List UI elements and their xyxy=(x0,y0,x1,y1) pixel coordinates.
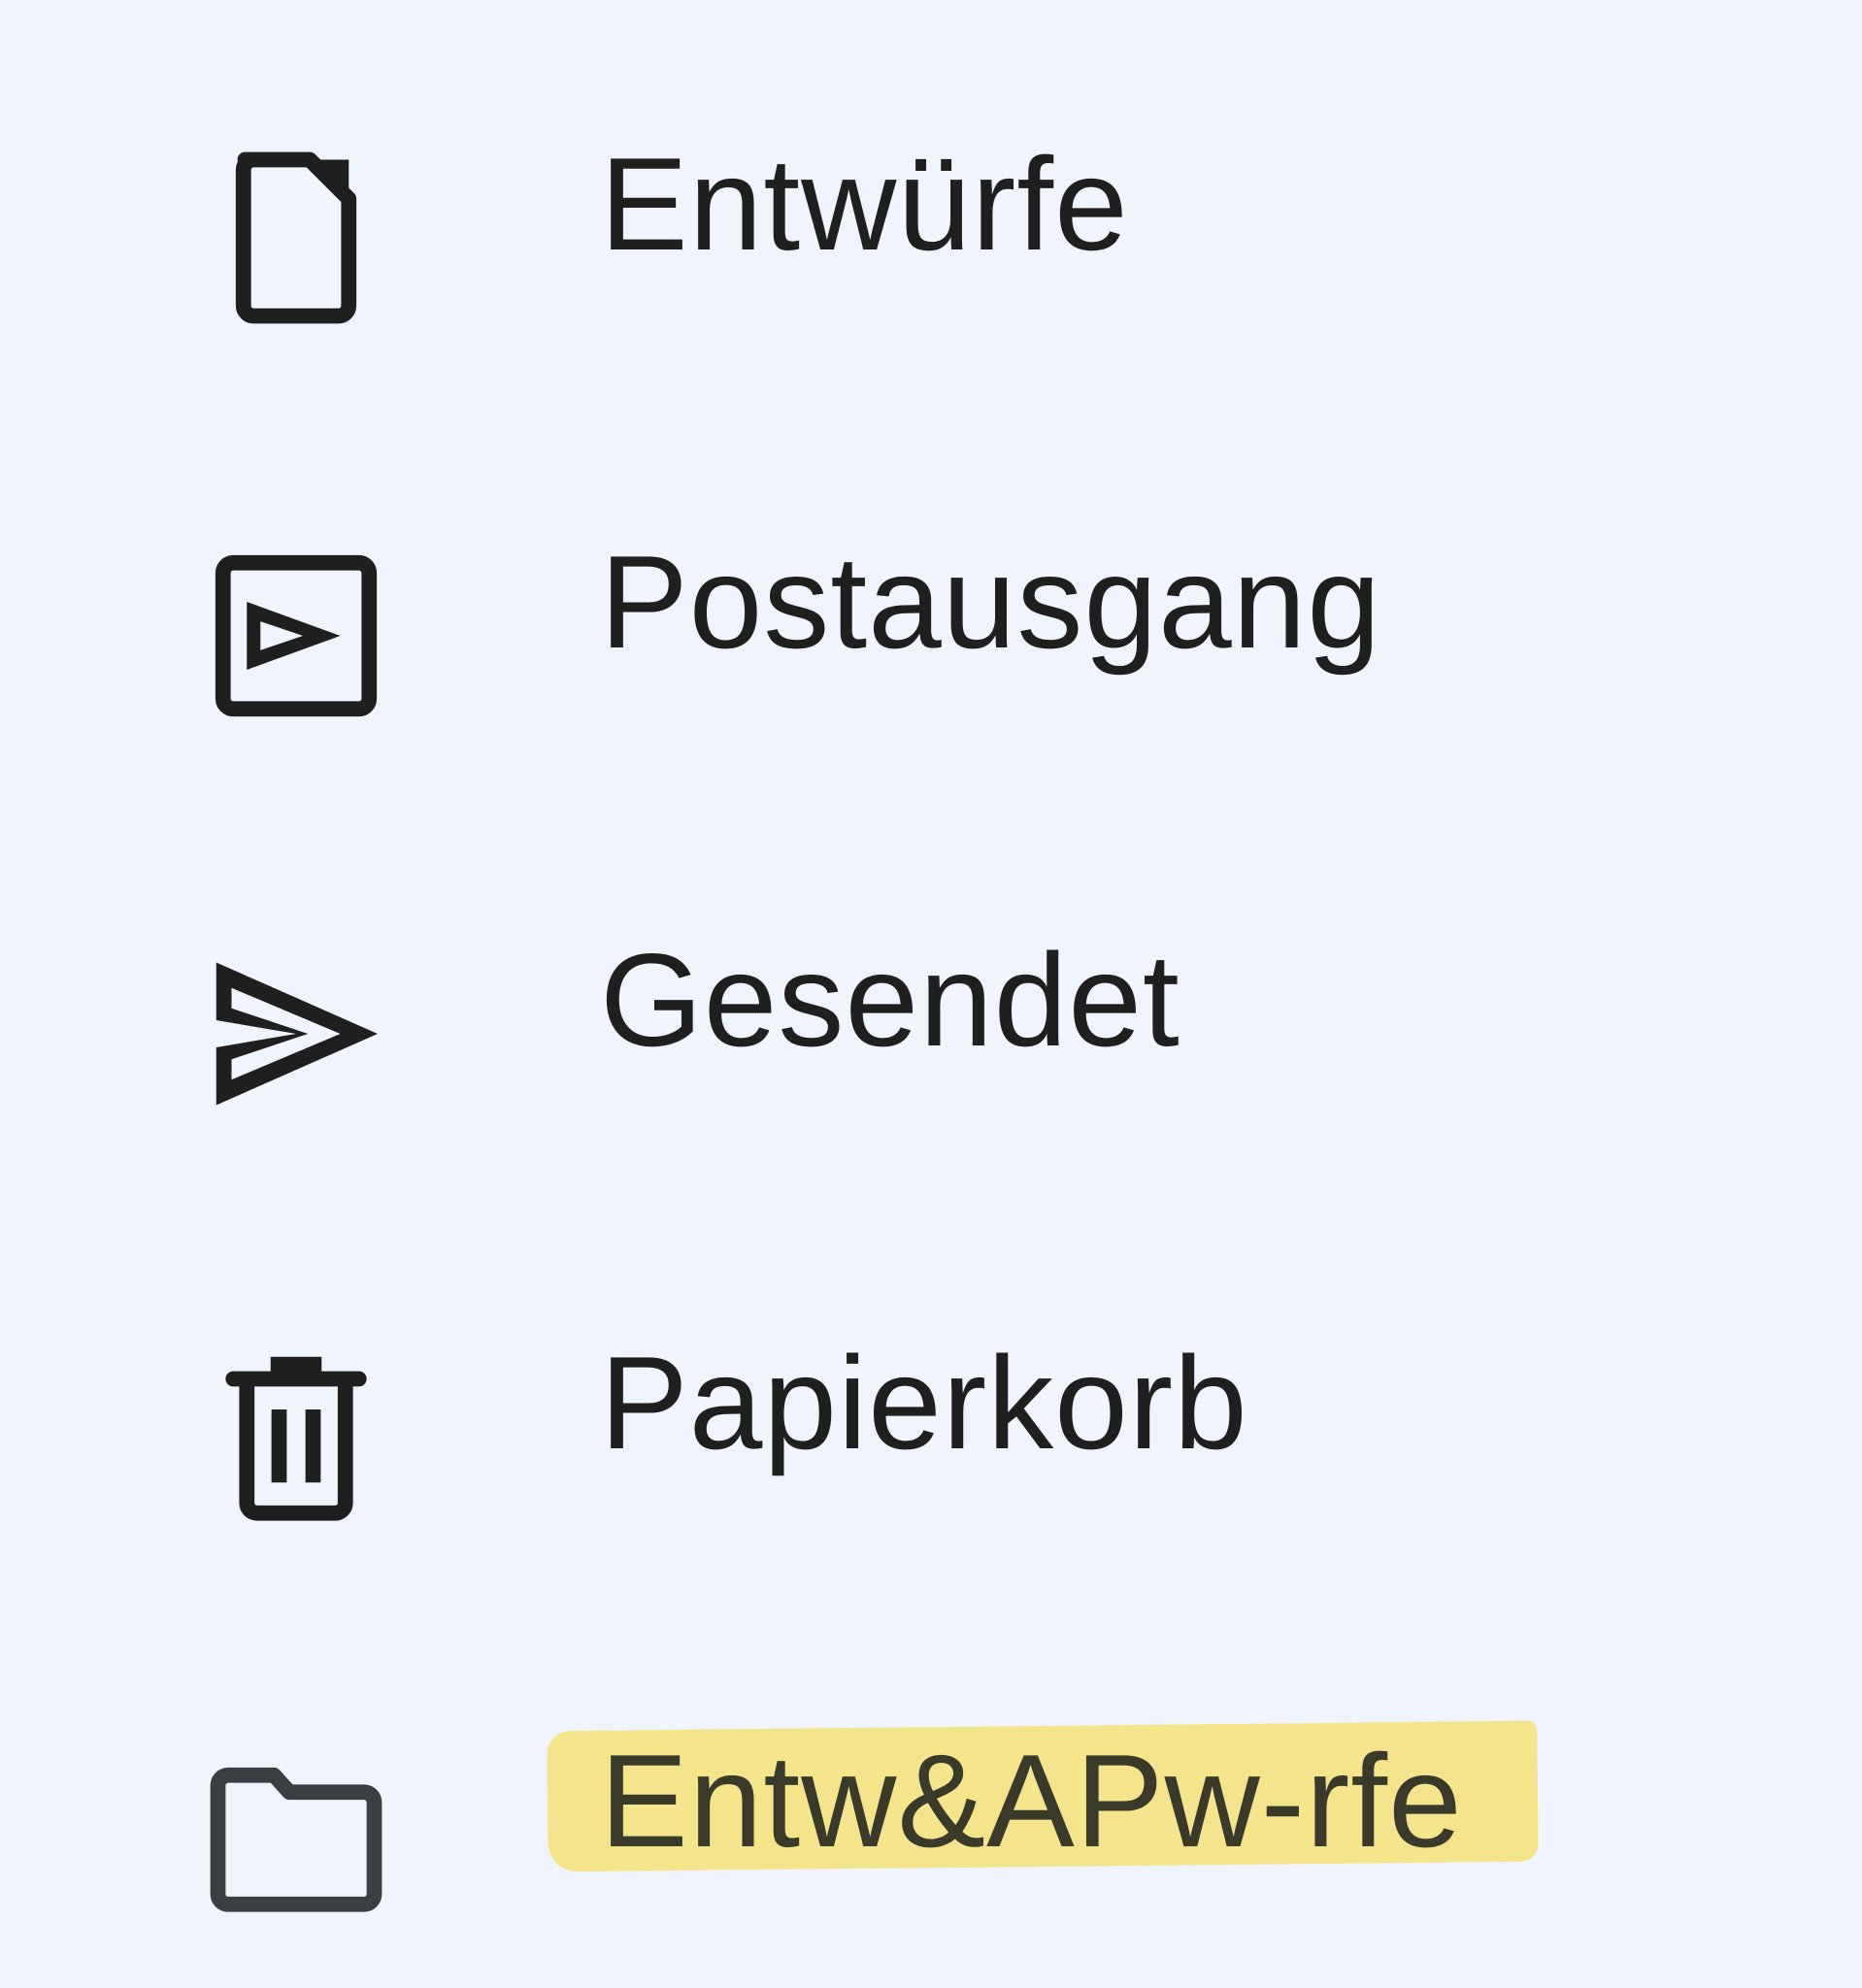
sidebar-item-trash[interactable]: Papierkorb xyxy=(0,1286,1862,1521)
sidebar-item-label: Papierkorb xyxy=(600,1329,1248,1476)
sidebar-item-drafts[interactable]: Entwürfe xyxy=(0,87,1862,324)
sidebar-item-label: Entw&APw-rfe xyxy=(600,1727,1463,1874)
sidebar-item-outbox[interactable]: Postausgang xyxy=(0,485,1862,718)
outbox-icon xyxy=(194,534,398,738)
sidebar-item-sent[interactable]: Gesendet xyxy=(0,883,1862,1116)
sidebar-item-label: Entwürfe xyxy=(600,130,1129,278)
sidebar-item-label: Postausgang xyxy=(600,528,1381,676)
trash-icon xyxy=(194,1335,398,1539)
sidebar-nav: Entwürfe Postausgang Gesendet Papierkorb… xyxy=(0,0,1862,1988)
folder-icon xyxy=(194,1733,398,1937)
draft-icon xyxy=(194,136,398,340)
sidebar-item-folder[interactable]: Entw&APw-rfe xyxy=(0,1684,1862,1917)
send-icon xyxy=(194,932,398,1136)
sidebar-item-label: Gesendet xyxy=(600,926,1180,1074)
